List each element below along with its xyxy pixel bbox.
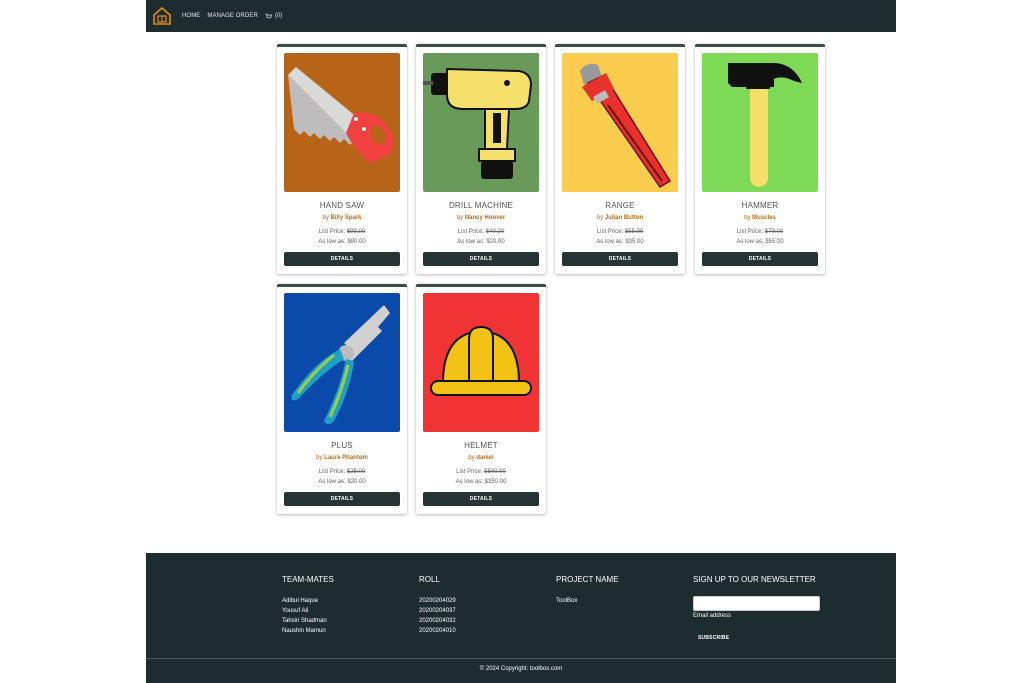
hand-saw-icon xyxy=(284,53,400,192)
footer-roll-column: ROLL 20200204029 20200204037 20200204032… xyxy=(419,575,456,636)
copyright-text: © 2024 Copyright: toolbox.com xyxy=(479,666,563,672)
product-author: by Nancy Hoover xyxy=(456,215,506,221)
footer-divider xyxy=(146,658,896,659)
product-card-plus: PLUS by Laura Phantom List Price: $25.00… xyxy=(277,284,407,514)
product-card-range: RANGE by Julian Button List Price: $55.0… xyxy=(555,44,685,274)
details-button[interactable]: DETAILS xyxy=(284,492,400,506)
newsletter-heading: SIGN UP TO OUR NEWSLETTER xyxy=(693,575,816,584)
details-button[interactable]: DETAILS xyxy=(702,252,818,266)
list-price: List Price: $70.00 xyxy=(736,229,784,235)
list-price: List Price: $99.00 xyxy=(318,229,366,235)
project-heading: PROJECT NAME xyxy=(556,575,619,584)
low-price: As low as: $55.00 xyxy=(736,239,784,245)
team-member: Tahsin Shadman xyxy=(282,618,327,624)
footer-newsletter-column: SIGN UP TO OUR NEWSLETTER Email address xyxy=(693,575,820,619)
subscribe-button[interactable]: SUBSCRIBE xyxy=(698,635,729,641)
low-price: As low as: $35.00 xyxy=(596,239,644,245)
cart-icon xyxy=(265,13,272,18)
list-price: List Price: $500.00 xyxy=(456,469,506,475)
product-image[interactable] xyxy=(284,293,400,432)
details-button[interactable]: DETAILS xyxy=(423,492,539,506)
drill-icon xyxy=(423,53,539,192)
team-member: Adibul Haque xyxy=(282,598,319,604)
project-name: ToolBox xyxy=(556,598,578,604)
footer-project-column: PROJECT NAME ToolBox xyxy=(556,575,619,606)
logo-home-icon[interactable] xyxy=(150,4,174,28)
product-card-hand-saw: HAND SAW by Billy Spark List Price: $99.… xyxy=(277,44,407,274)
product-image[interactable] xyxy=(423,53,539,192)
product-name: DRILL MACHINE xyxy=(448,201,514,210)
product-image[interactable] xyxy=(702,53,818,192)
product-card-hammer: HAMMER by Muscles List Price: $70.00 As … xyxy=(695,44,825,274)
product-author: by daniel xyxy=(468,455,494,461)
low-price: As low as: $20.00 xyxy=(457,239,505,245)
low-price: As low as: $80.00 xyxy=(318,239,366,245)
nav-home-link[interactable]: HOME xyxy=(182,13,200,19)
team-member: Naushin Mamun xyxy=(282,628,326,634)
product-name: PLUS xyxy=(331,441,353,450)
product-image[interactable] xyxy=(562,53,678,192)
product-card-drill-machine: DRILL MACHINE by Nancy Hoover List Price… xyxy=(416,44,546,274)
product-name: HAMMER xyxy=(741,201,779,210)
low-price: As low as: $20.00 xyxy=(318,479,366,485)
product-author: by Julian Button xyxy=(596,215,644,221)
low-price: As low as: $350.00 xyxy=(455,479,507,485)
list-price: List Price: $40.00 xyxy=(457,229,505,235)
product-image[interactable] xyxy=(423,293,539,432)
pliers-icon xyxy=(284,293,400,432)
email-label: Email address xyxy=(693,613,732,619)
team-member: Yousuf Ali xyxy=(282,608,309,614)
roll-number: 20200204010 xyxy=(419,628,456,634)
product-card-helmet: HELMET by daniel List Price: $500.00 As … xyxy=(416,284,546,514)
footer: TEAM-MATES Adibul Haque Yousuf Ali Tahsi… xyxy=(146,553,896,683)
list-price: List Price: $25.00 xyxy=(318,469,366,475)
roll-heading: ROLL xyxy=(419,575,440,584)
details-button[interactable]: DETAILS xyxy=(423,252,539,266)
newsletter-email-input[interactable] xyxy=(693,596,820,611)
nav-manage-order-link[interactable]: MANAGE ORDER xyxy=(207,13,258,19)
footer-team-column: TEAM-MATES Adibul Haque Yousuf Ali Tahsi… xyxy=(282,575,334,636)
details-button[interactable]: DETAILS xyxy=(284,252,400,266)
product-name: HELMET xyxy=(464,441,498,450)
helmet-icon xyxy=(423,293,539,432)
navbar: HOME MANAGE ORDER (0) xyxy=(146,0,896,32)
product-name: RANGE xyxy=(605,201,635,210)
roll-number: 20200204037 xyxy=(419,608,456,614)
wrench-icon xyxy=(562,53,678,192)
roll-number: 20200204032 xyxy=(419,618,456,624)
details-button[interactable]: DETAILS xyxy=(562,252,678,266)
product-author: by Muscles xyxy=(744,215,776,221)
team-heading: TEAM-MATES xyxy=(282,575,334,584)
product-author: by Billy Spark xyxy=(322,215,362,221)
product-image[interactable] xyxy=(284,53,400,192)
roll-number: 20200204029 xyxy=(419,598,456,604)
hammer-icon xyxy=(702,53,818,192)
cart-count: (0) xyxy=(274,13,283,19)
cart-button[interactable]: (0) xyxy=(265,13,282,20)
list-price: List Price: $55.00 xyxy=(596,229,644,235)
product-author: by Laura Phantom xyxy=(316,455,368,461)
product-name: HAND SAW xyxy=(319,201,365,210)
